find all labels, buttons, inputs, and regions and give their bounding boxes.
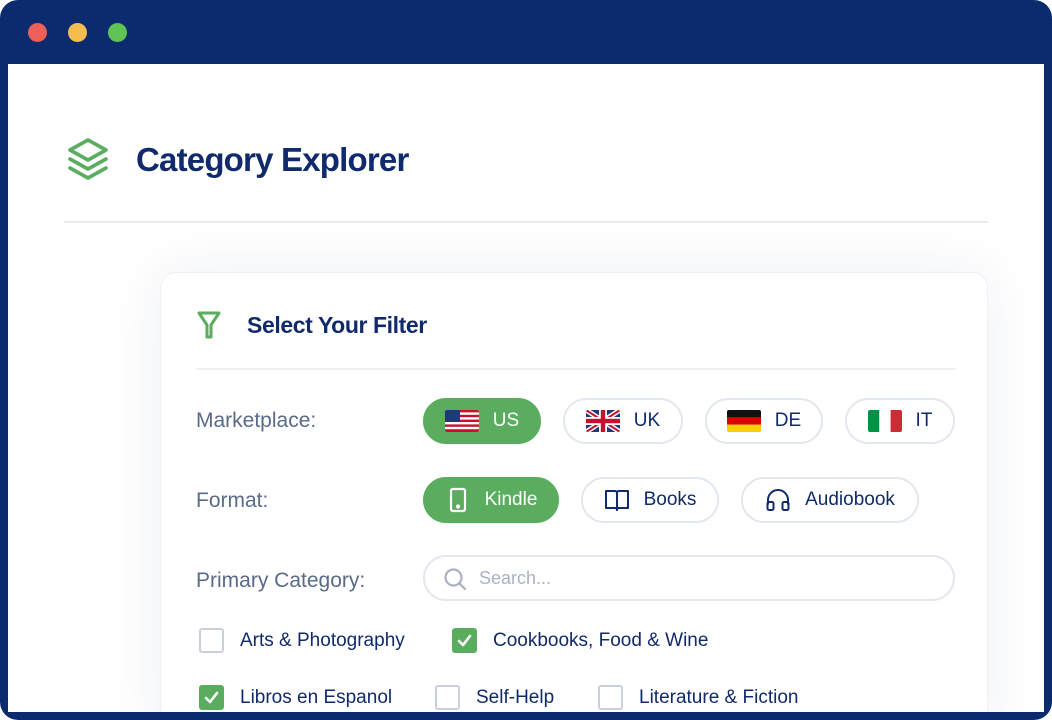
format-option-kindle[interactable]: Kindle (423, 477, 559, 523)
primary-category-label: Primary Category: (196, 569, 366, 592)
de-flag-icon (726, 410, 761, 432)
filter-card: Select Your Filter Marketplace: US UK DE… (160, 272, 988, 712)
marketplace-option-label: UK (633, 410, 661, 431)
minimize-window-button[interactable] (68, 23, 87, 42)
maximize-window-button[interactable] (108, 23, 127, 42)
format-option-label: Audiobook (805, 489, 895, 510)
format-option-books[interactable]: Books (581, 477, 719, 523)
check-icon (457, 634, 472, 647)
marketplace-label: Marketplace: (196, 409, 317, 432)
us-flag-icon (444, 410, 479, 432)
format-label: Format: (196, 489, 269, 512)
format-option-label: Books (643, 489, 697, 510)
check-icon (204, 691, 219, 704)
category-label: Arts & Photography (240, 629, 405, 651)
marketplace-option-us[interactable]: US (423, 398, 541, 444)
layers-icon (68, 138, 108, 180)
marketplace-option-de[interactable]: DE (705, 398, 823, 444)
tablet-icon (449, 487, 466, 513)
filter-card-title: Select Your Filter (247, 312, 427, 338)
category-checkbox-arts-photography[interactable]: Arts & Photography (199, 628, 405, 653)
uk-flag-icon (585, 410, 620, 432)
marketplace-option-label: IT (915, 410, 933, 431)
search-icon (444, 568, 467, 591)
category-label: Cookbooks, Food & Wine (493, 629, 709, 651)
page-content: Category Explorer Select Your Filter Mar… (8, 64, 1044, 712)
it-flag-icon (867, 410, 902, 432)
category-checkbox-libros-en-espanol[interactable]: Libros en Espanol (199, 685, 392, 710)
category-checkbox-self-help[interactable]: Self-Help (435, 685, 554, 710)
marketplace-option-uk[interactable]: UK (563, 398, 683, 444)
checkbox[interactable] (435, 685, 460, 710)
category-label: Self-Help (476, 686, 555, 708)
page-title: Category Explorer (136, 141, 409, 178)
format-option-label: Kindle (484, 489, 538, 510)
marketplace-option-label: DE (774, 410, 802, 431)
marketplace-option-label: US (492, 410, 520, 431)
card-divider (196, 368, 956, 370)
checkbox[interactable] (598, 685, 623, 710)
category-label: Libros en Espanol (240, 686, 393, 708)
marketplace-option-it[interactable]: IT (845, 398, 955, 444)
headphones-icon (766, 489, 790, 511)
checkbox[interactable] (199, 628, 224, 653)
format-option-audiobook[interactable]: Audiobook (741, 477, 919, 523)
header-divider (64, 221, 988, 223)
category-checkbox-cookbooks-food-wine[interactable]: Cookbooks, Food & Wine (452, 628, 708, 653)
app-window: Category Explorer Select Your Filter Mar… (0, 0, 1052, 720)
checkbox[interactable] (452, 628, 477, 653)
primary-category-search (423, 555, 955, 601)
book-icon (604, 490, 629, 511)
search-input[interactable] (479, 563, 939, 593)
close-window-button[interactable] (28, 23, 47, 42)
checkbox[interactable] (199, 685, 224, 710)
category-label: Literature & Fiction (639, 686, 799, 708)
filter-icon (197, 311, 221, 339)
category-checkbox-literature-fiction[interactable]: Literature & Fiction (598, 685, 798, 710)
title-bar (0, 0, 1052, 64)
